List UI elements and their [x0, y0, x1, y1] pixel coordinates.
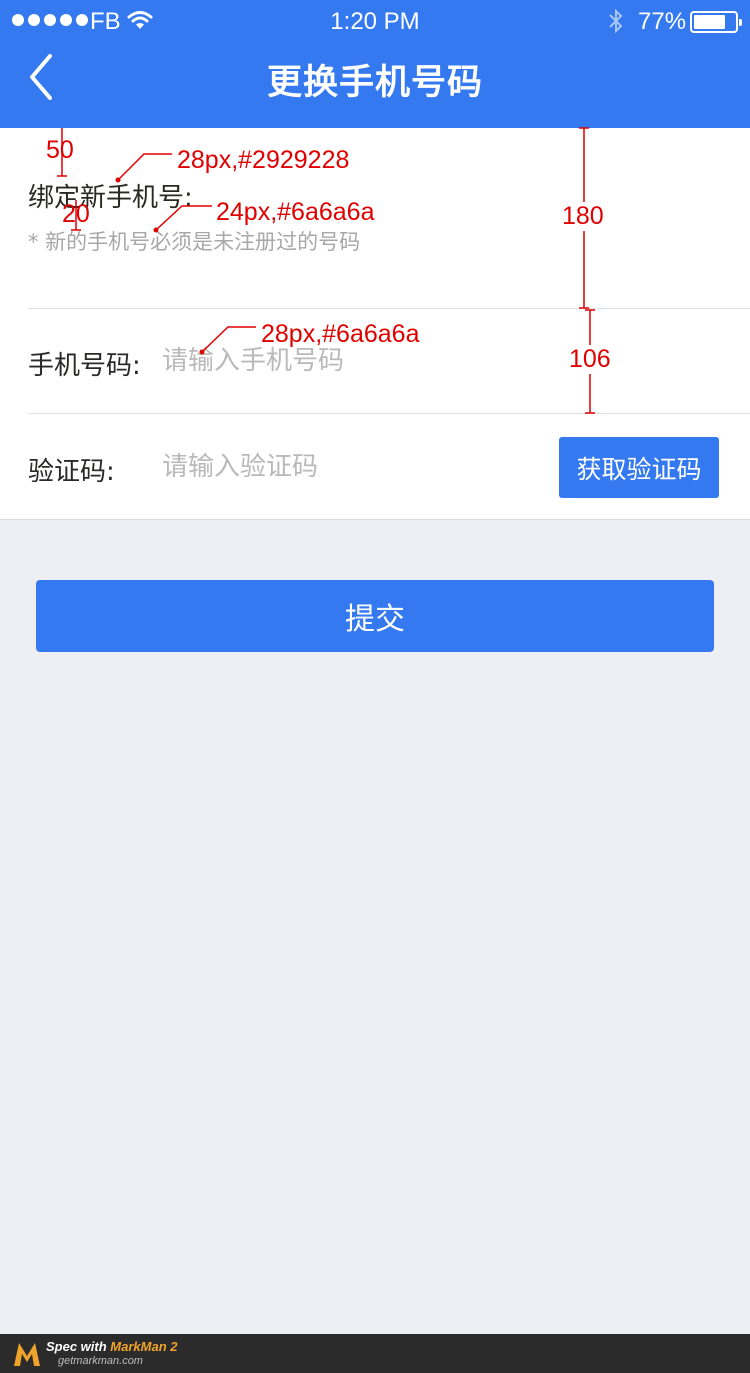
markman-url: getmarkman.com: [58, 1355, 143, 1367]
status-bar: FB 1:20 PM 77%: [0, 0, 750, 42]
annotation-top-gap: 50: [46, 136, 74, 164]
submit-button[interactable]: 提交: [36, 580, 714, 652]
bind-section-label: 绑定新手机号:: [28, 183, 193, 213]
annotation-input-spec: 28px,#6a6a6a: [261, 320, 420, 348]
bluetooth-icon: [609, 8, 623, 34]
markman-footer: Spec with MarkMan 2 getmarkman.com: [0, 1334, 750, 1373]
annotation-title-spec: 28px,#2929228: [177, 146, 350, 174]
top-bar: FB 1:20 PM 77% 更换手机号码: [0, 0, 750, 128]
get-code-button[interactable]: 获取验证码: [559, 437, 719, 498]
markman-logo-icon: [14, 1343, 40, 1366]
divider: [28, 308, 750, 309]
divider: [28, 413, 750, 414]
annotation-row-height: 106: [567, 345, 613, 374]
battery-icon: [690, 11, 742, 33]
annotation-section-height: 180: [560, 202, 606, 231]
markman-brand: Spec with MarkMan 2: [46, 1339, 178, 1354]
page-title: 更换手机号码: [266, 63, 483, 103]
bind-section-hint: * 新的手机号必须是未注册过的号码: [28, 230, 361, 254]
battery-percent: 77%: [638, 8, 687, 35]
code-label: 验证码:: [28, 457, 115, 487]
code-input[interactable]: [162, 447, 542, 487]
annotation-hint-spec: 24px,#6a6a6a: [216, 198, 375, 226]
phone-label: 手机号码:: [28, 351, 141, 381]
annotation-label-gap: 20: [62, 200, 90, 228]
